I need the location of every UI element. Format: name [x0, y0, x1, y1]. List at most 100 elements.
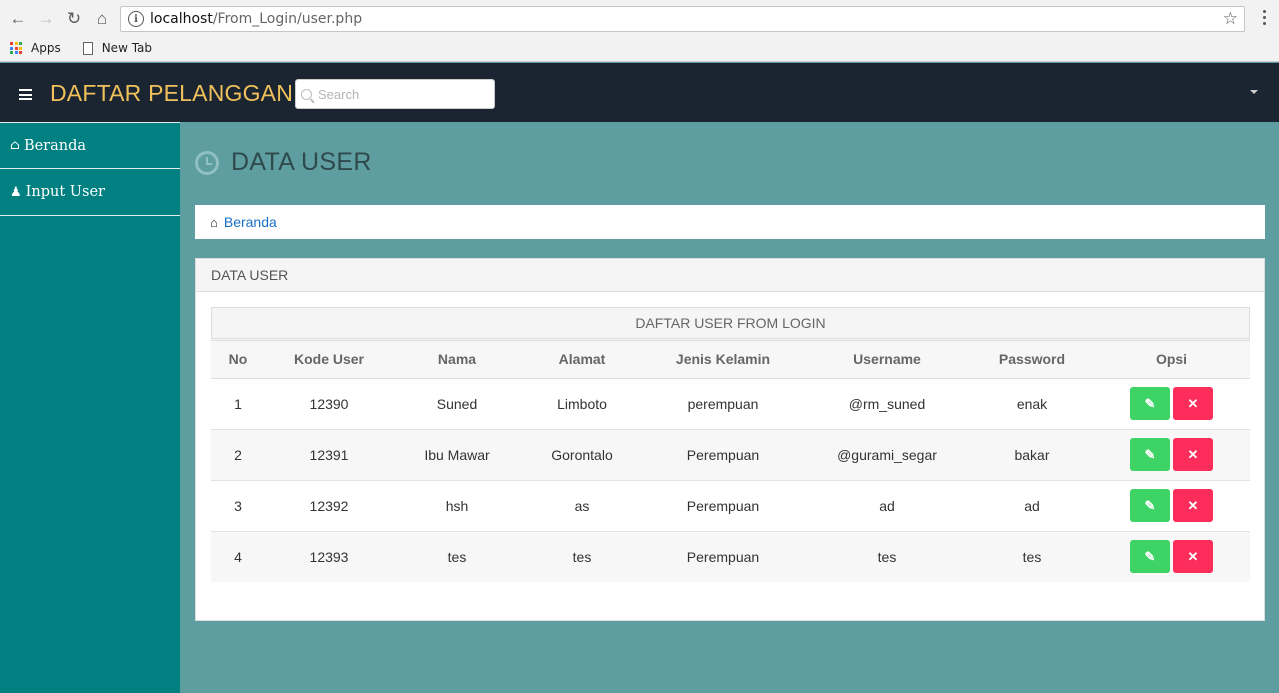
pencil-icon: ✎ [1144, 548, 1156, 564]
breadcrumb-link-beranda[interactable]: Beranda [224, 214, 277, 230]
browser-menu-icon[interactable] [1263, 10, 1267, 28]
cell-no: 2 [211, 429, 265, 481]
cell-no: 1 [211, 378, 265, 430]
edit-button[interactable]: ✎ [1130, 540, 1170, 574]
pencil-icon: ✎ [1144, 497, 1156, 513]
menu-toggle-icon[interactable] [19, 89, 32, 103]
col-header-opsi: Opsi [1093, 341, 1250, 379]
pencil-icon: ✎ [1144, 446, 1156, 462]
cell-jenis-kelamin: Perempuan [643, 429, 803, 481]
col-header-password: Password [971, 341, 1093, 379]
close-icon: ✕ [1187, 497, 1199, 513]
site-info-icon[interactable]: i [128, 11, 144, 27]
close-icon: ✕ [1187, 446, 1199, 462]
user-table: No Kode User Nama Alamat Jenis Kelamin U… [211, 341, 1250, 582]
address-bar[interactable]: i localhost/From_Login/user.php ☆ [120, 6, 1245, 32]
page-header: DATA USER [195, 148, 372, 177]
search-input[interactable] [318, 86, 478, 102]
user-icon: ♟ [10, 184, 22, 200]
bookmark-new-tab[interactable]: New Tab [82, 41, 153, 55]
cell-nama: hsh [393, 480, 521, 532]
cell-username: tes [803, 531, 971, 582]
pencil-icon: ✎ [1144, 395, 1156, 411]
edit-button[interactable]: ✎ [1130, 387, 1170, 420]
col-header-alamat: Alamat [521, 341, 643, 379]
delete-button[interactable]: ✕ [1173, 438, 1213, 471]
apps-grid-icon [10, 42, 22, 54]
table-row: 4 12393 tes tes Perempuan tes tes ✎ ✕ [211, 531, 1250, 582]
sidebar: ⌂ Beranda ♟ Input User [0, 122, 180, 693]
cell-password: bakar [971, 429, 1093, 481]
cell-jenis-kelamin: perempuan [643, 378, 803, 430]
clock-icon [195, 150, 219, 175]
cell-nama: Suned [393, 378, 521, 430]
brand-title[interactable]: DAFTAR PELANGGAN [50, 80, 293, 107]
cell-nama: Ibu Mawar [393, 429, 521, 481]
sidebar-item-input-user[interactable]: ♟ Input User [0, 169, 180, 216]
table-row: 1 12390 Suned Limboto perempuan @rm_sune… [211, 378, 1250, 430]
panel-title: DATA USER [196, 259, 1264, 292]
bookmark-apps-label: Apps [31, 41, 61, 55]
table-row: 3 12392 hsh as Perempuan ad ad ✎ ✕ [211, 480, 1250, 532]
cell-jenis-kelamin: Perempuan [643, 480, 803, 532]
cell-opsi: ✎ ✕ [1093, 429, 1250, 481]
url-text: localhost/From_Login/user.php [150, 11, 362, 27]
bookmark-apps[interactable]: Apps [10, 41, 61, 55]
table-caption: DAFTAR USER FROM LOGIN [211, 307, 1250, 341]
user-dropdown-caret-icon[interactable] [1250, 90, 1258, 94]
home-icon: ⌂ [10, 138, 20, 153]
cell-opsi: ✎ ✕ [1093, 480, 1250, 532]
forward-icon[interactable]: → [36, 9, 56, 29]
back-icon[interactable]: ← [8, 9, 28, 29]
url-host: localhost [150, 11, 213, 27]
breadcrumb: ⌂ Beranda [195, 205, 1265, 239]
col-header-kode-user: Kode User [265, 341, 393, 379]
cell-kode-user: 12393 [265, 531, 393, 582]
reload-icon[interactable]: ↻ [64, 9, 84, 29]
user-table-wrapper: DAFTAR USER FROM LOGIN No Kode User Nama… [211, 307, 1250, 582]
col-header-jenis-kelamin: Jenis Kelamin [643, 341, 803, 379]
delete-button[interactable]: ✕ [1173, 387, 1213, 420]
cell-alamat: tes [521, 531, 643, 582]
cell-username: ad [803, 480, 971, 532]
bookmark-new-tab-label: New Tab [101, 41, 153, 55]
cell-password: enak [971, 378, 1093, 430]
edit-button[interactable]: ✎ [1130, 489, 1170, 522]
page-title: DATA USER [231, 148, 372, 176]
cell-opsi: ✎ ✕ [1093, 378, 1250, 430]
cell-jenis-kelamin: Perempuan [643, 531, 803, 582]
cell-opsi: ✎ ✕ [1093, 531, 1250, 582]
url-path: /From_Login/user.php [212, 11, 363, 27]
cell-no: 3 [211, 480, 265, 532]
bookmark-star-icon[interactable]: ☆ [1223, 9, 1238, 29]
edit-button[interactable]: ✎ [1130, 438, 1170, 471]
cell-alamat: as [521, 480, 643, 532]
col-header-no: No [211, 341, 265, 379]
close-icon: ✕ [1187, 548, 1199, 564]
delete-button[interactable]: ✕ [1173, 540, 1213, 574]
cell-username: @rm_suned [803, 378, 971, 430]
search-icon [301, 88, 312, 100]
col-header-nama: Nama [393, 341, 521, 379]
cell-kode-user: 12390 [265, 378, 393, 430]
app-navbar: DAFTAR PELANGGAN [0, 63, 1279, 122]
search-box[interactable] [295, 79, 495, 109]
home-icon: ⌂ [210, 214, 218, 230]
home-button-icon[interactable]: ⌂ [92, 9, 112, 29]
sidebar-item-beranda[interactable]: ⌂ Beranda [0, 122, 180, 169]
cell-kode-user: 12392 [265, 480, 393, 532]
cell-username: @gurami_segar [803, 429, 971, 481]
page-icon [82, 41, 93, 55]
table-header-row: No Kode User Nama Alamat Jenis Kelamin U… [211, 341, 1250, 379]
close-icon: ✕ [1187, 395, 1199, 411]
delete-button[interactable]: ✕ [1173, 489, 1213, 522]
sidebar-item-label: Input User [25, 184, 105, 200]
cell-alamat: Limboto [521, 378, 643, 430]
bookmarks-bar: Apps New Tab [0, 38, 1279, 58]
table-row: 2 12391 Ibu Mawar Gorontalo Perempuan @g… [211, 429, 1250, 481]
cell-kode-user: 12391 [265, 429, 393, 481]
cell-nama: tes [393, 531, 521, 582]
cell-alamat: Gorontalo [521, 429, 643, 481]
cell-no: 4 [211, 531, 265, 582]
col-header-username: Username [803, 341, 971, 379]
